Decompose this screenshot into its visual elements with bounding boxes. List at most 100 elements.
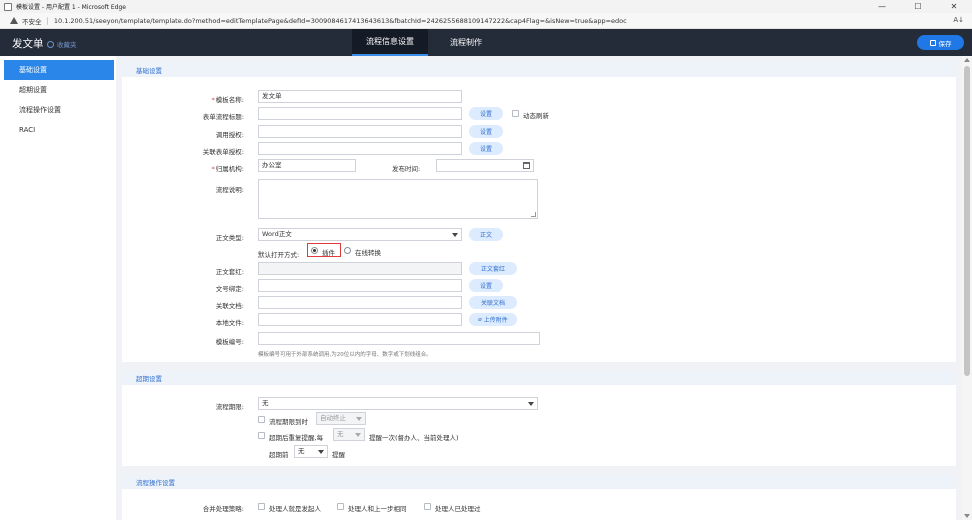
template-code-hint: 模板编号可用于外部系统调用,为20位以内的字母、数字或下划线组合。: [258, 352, 432, 358]
local-file-input[interactable]: [258, 313, 462, 326]
resize-handle-icon[interactable]: [531, 212, 536, 217]
app-header: 发文单 收藏夹 流程信息设置 流程制作 保存: [0, 29, 972, 56]
body-red-label: 正文套红:: [215, 268, 244, 276]
main-content: 基础设置 *模板名称: 发文单 表单流程标题: 设置 动态刷新 调用授权: 设置…: [116, 56, 962, 520]
sidebar: 基础设置 超期设置 流程操作设置 RACI: [4, 56, 114, 520]
merge-opt1-checkbox[interactable]: [258, 503, 265, 510]
flow-title-set-button[interactable]: 设置: [469, 107, 503, 120]
favorite-link[interactable]: 收藏夹: [47, 39, 77, 49]
repeat-remind-select[interactable]: 无: [333, 428, 365, 441]
doc-bind-set-button[interactable]: 设置: [469, 279, 503, 292]
save-icon: [929, 39, 936, 46]
tab-flow-making[interactable]: 流程制作: [430, 29, 502, 56]
template-code-label: 模板编号:: [215, 338, 244, 346]
doc-bind-input[interactable]: [258, 279, 462, 292]
merge-opt2-label: 处理人和上一步相同: [348, 505, 407, 513]
save-button[interactable]: 保存: [917, 35, 964, 50]
scroll-down-icon[interactable]: [964, 514, 970, 518]
open-mode-label: 默认打开方式:: [258, 251, 300, 259]
repeat-remind-suffix: 提醒一次(督办人、当前处理人): [369, 434, 459, 442]
flow-title-label: 表单流程标题:: [202, 113, 244, 121]
overdue-settings-panel: 超期设置 流程期限: 无 流程期限到时 自动终止 超期后重复提醒,每 无 提醒一…: [122, 370, 956, 466]
body-red-button[interactable]: 正文套红: [469, 262, 517, 275]
local-file-label: 本地文件:: [215, 319, 244, 327]
chevron-down-icon: [355, 433, 361, 437]
page-title: 发文单: [12, 38, 44, 50]
paperclip-icon: ⌀: [478, 316, 482, 323]
merge-opt3-label: 处理人已处理过: [435, 505, 481, 513]
minimize-button[interactable]: —: [864, 0, 900, 13]
sidebar-item-overdue-settings[interactable]: 超期设置: [4, 80, 114, 100]
address-separator: |: [46, 16, 49, 25]
sidebar-item-basic-settings[interactable]: 基础设置: [4, 60, 114, 80]
url-text[interactable]: 10.1.200.51/seeyon/template/template.do?…: [54, 17, 627, 25]
window-title: 模板设置 - 用户配置 1 - Microsoft Edge: [16, 4, 126, 11]
vertical-scrollbar[interactable]: [962, 56, 972, 520]
open-mode-plugin-radio[interactable]: [311, 247, 318, 254]
open-mode-plugin-label: 插件: [322, 249, 335, 257]
window-controls: — ☐ ✕: [864, 0, 972, 13]
body-button[interactable]: 正文: [469, 228, 503, 241]
flow-desc-textarea[interactable]: [258, 179, 538, 219]
chevron-down-icon: [452, 233, 458, 237]
warning-icon: [10, 17, 18, 24]
basic-settings-heading: 基础设置: [122, 62, 956, 77]
org-label: *归属机构:: [211, 165, 244, 173]
auto-stop-select[interactable]: 自动终止: [316, 412, 366, 425]
flow-operations-title: 流程操作设置: [136, 479, 175, 487]
favorite-label: 收藏夹: [57, 41, 77, 49]
use-auth-set-button[interactable]: 设置: [469, 125, 503, 138]
use-auth-input[interactable]: [258, 125, 462, 138]
flow-desc-label: 流程说明:: [215, 186, 244, 194]
overdue-settings-heading: 超期设置: [122, 370, 956, 385]
upload-attachment-button[interactable]: ⌀ 上传附件: [469, 313, 517, 326]
template-code-input[interactable]: [258, 332, 540, 345]
scrollbar-thumb[interactable]: [964, 66, 970, 376]
scroll-up-icon[interactable]: [964, 58, 970, 62]
rel-form-auth-set-button[interactable]: 设置: [469, 142, 503, 155]
org-input[interactable]: 办公室: [258, 159, 356, 172]
calendar-icon[interactable]: [523, 162, 530, 169]
basic-settings-title: 基础设置: [136, 67, 162, 75]
rel-form-auth-input[interactable]: [258, 142, 462, 155]
close-window-button[interactable]: ✕: [936, 0, 972, 13]
save-label: 保存: [938, 39, 952, 48]
merge-opt1-label: 处理人就是发起人: [269, 505, 321, 513]
repeat-remind-label: 超期后重复提醒,每: [269, 434, 324, 442]
rel-doc-button[interactable]: 关联文档: [469, 296, 517, 309]
publish-time-input[interactable]: [436, 159, 534, 172]
open-mode-online-radio[interactable]: [344, 247, 351, 254]
template-name-input[interactable]: 发文单: [258, 90, 462, 103]
chevron-down-icon: [356, 417, 362, 421]
sidebar-item-raci[interactable]: RACI: [4, 120, 114, 140]
read-aloud-icon[interactable]: A↓: [953, 16, 964, 24]
flow-operations-heading: 流程操作设置: [122, 474, 956, 489]
flow-deadline-value: 无: [262, 399, 269, 407]
template-name-label-text: 模板名称:: [215, 96, 244, 104]
merge-strategy-label: 合并处理策略:: [202, 505, 244, 513]
dynamic-refresh-label: 动态刷新: [523, 112, 549, 120]
overdue-settings-title: 超期设置: [136, 375, 162, 383]
before-overdue-select[interactable]: 无: [294, 445, 328, 458]
flow-title-input[interactable]: [258, 107, 462, 120]
upload-attachment-label: 上传附件: [483, 317, 508, 324]
flow-deadline-select[interactable]: 无: [258, 397, 538, 410]
rel-form-auth-label: 关联表单授权:: [202, 148, 244, 156]
dynamic-refresh-checkbox[interactable]: [512, 110, 519, 117]
merge-opt2-checkbox[interactable]: [337, 503, 344, 510]
flow-operations-panel: 流程操作设置 合并处理策略: 处理人就是发起人 处理人和上一步相同 处理人已处理…: [122, 474, 956, 520]
merge-opt3-checkbox[interactable]: [424, 503, 431, 510]
security-status[interactable]: 不安全: [22, 16, 42, 26]
address-bar[interactable]: 不安全 | 10.1.200.51/seeyon/template/templa…: [0, 13, 972, 29]
repeat-remind-checkbox[interactable]: [258, 432, 265, 439]
basic-settings-panel: 基础设置 *模板名称: 发文单 表单流程标题: 设置 动态刷新 调用授权: 设置…: [122, 62, 956, 362]
sidebar-item-flow-operation-settings[interactable]: 流程操作设置: [4, 100, 114, 120]
rel-doc-input[interactable]: [258, 296, 462, 309]
auto-stop-checkbox[interactable]: [258, 416, 265, 423]
body-type-select[interactable]: Word正文: [258, 228, 462, 241]
maximize-button[interactable]: ☐: [900, 0, 936, 13]
tab-flow-info-settings[interactable]: 流程信息设置: [352, 29, 428, 56]
auto-stop-label: 流程期限到时: [269, 418, 308, 426]
org-label-text: 归属机构:: [215, 165, 244, 173]
before-overdue-value: 无: [298, 447, 305, 455]
